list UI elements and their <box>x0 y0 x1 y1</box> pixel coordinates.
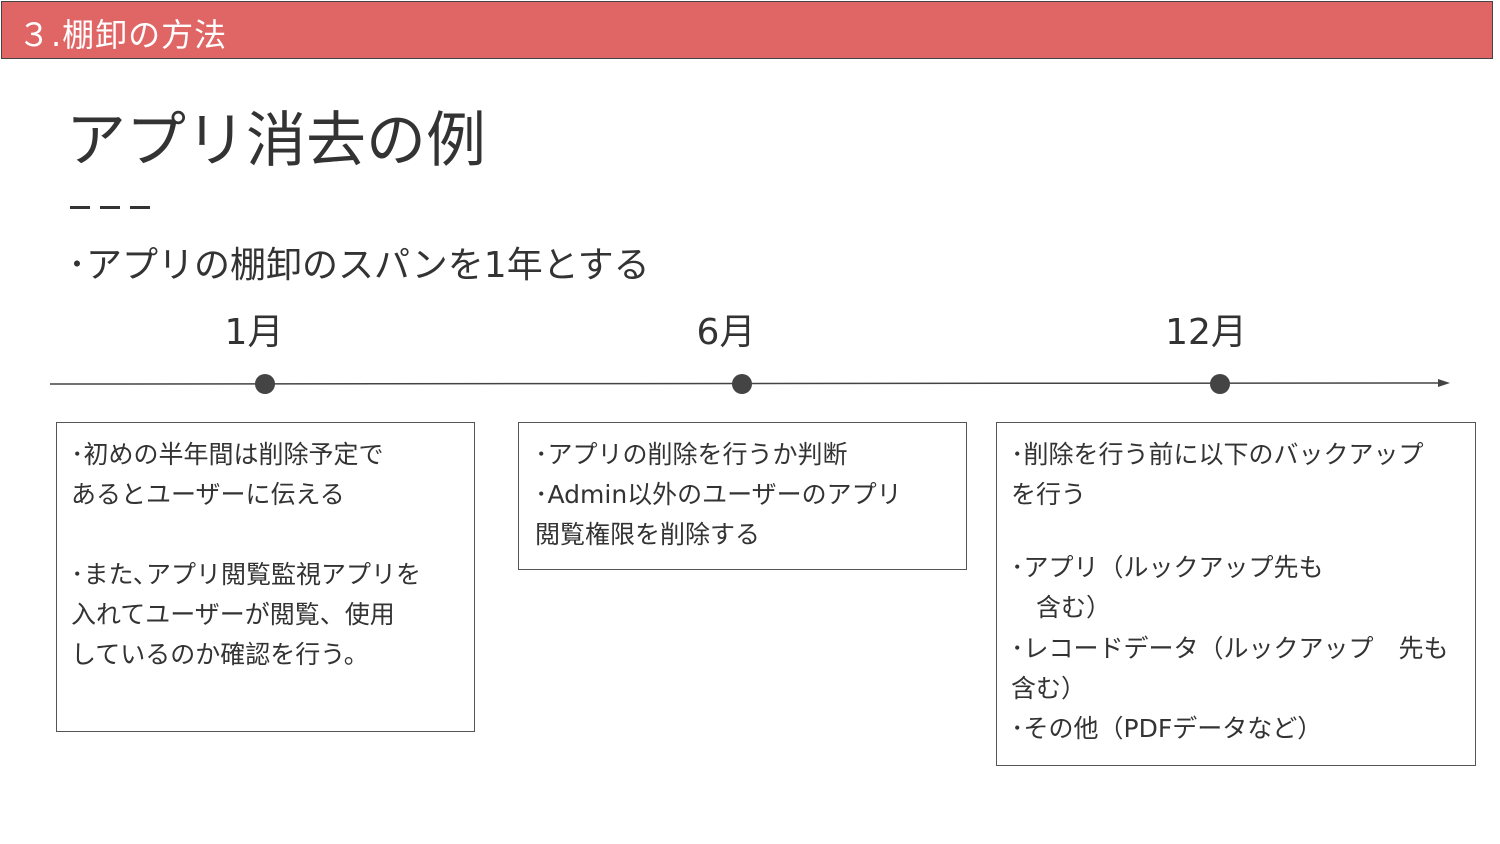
box-line: しているのか確認を行う。 <box>71 640 369 669</box>
box-line: ･アプリ（ルックアップ先も <box>1011 553 1324 582</box>
title-underline-dashes <box>70 206 150 209</box>
box-line: 入れてユーザーが閲覧、使用 <box>71 600 395 629</box>
timeline-dot-jan <box>255 374 275 394</box>
note-box-jun: ･アプリの削除を行うか判断 ･Admin以外のユーザーのアプリ 閲覧権限を削除す… <box>518 422 967 570</box>
timeline <box>49 374 1450 394</box>
dash <box>100 206 120 209</box>
box-line: ･レコードデータ（ルックアップ 先も <box>1011 634 1449 663</box>
section-header-bar: ３.棚卸の方法 <box>1 1 1493 59</box>
box-line: 含む） <box>1011 593 1112 622</box>
slide-title: アプリ消去の例 <box>66 106 486 176</box>
box-line: ･また､アプリ閲覧監視アプリを <box>71 560 422 589</box>
box-line: ･Admin以外のユーザーのアプリ <box>535 480 902 509</box>
box-line: ･削除を行う前に以下のバックアップ <box>1011 440 1424 469</box>
timeline-dot-jun <box>732 374 752 394</box>
slide-subtitle: ･アプリの棚卸のスパンを1年とする <box>68 245 650 286</box>
box-line: あるとユーザーに伝える <box>71 480 345 509</box>
box-line: ･その他（PDFデータなど） <box>1011 714 1323 743</box>
box-line: 含む） <box>1011 674 1087 703</box>
timeline-dot-dec <box>1210 374 1230 394</box>
month-label-dec: 12月 <box>1165 312 1247 353</box>
note-box-dec: ･削除を行う前に以下のバックアップ を行う ･アプリ（ルックアップ先も 含む） … <box>996 422 1476 766</box>
box-line: ･アプリの削除を行うか判断 <box>535 440 848 469</box>
timeline-arrowhead <box>1438 379 1450 387</box>
section-title: ３.棚卸の方法 <box>18 16 228 54</box>
dash <box>130 206 150 209</box>
note-box-jan: ･初めの半年間は削除予定で あるとユーザーに伝える ･また､アプリ閲覧監視アプリ… <box>56 422 475 732</box>
dash <box>70 206 90 209</box>
box-line: を行う <box>1011 480 1087 509</box>
month-label-jun: 6月 <box>696 312 756 353</box>
box-line: ･初めの半年間は削除予定で <box>71 440 384 469</box>
box-line: 閲覧権限を削除する <box>535 520 761 549</box>
month-label-jan: 1月 <box>224 312 284 353</box>
